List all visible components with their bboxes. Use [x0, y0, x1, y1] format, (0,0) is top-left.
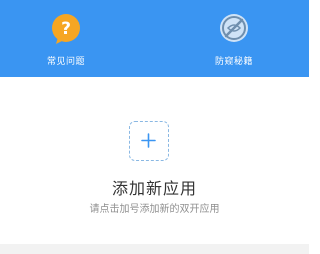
no-peeking-icon: [217, 12, 251, 46]
bottom-divider: [0, 244, 309, 254]
add-app-panel: 添加新应用 请点击加号添加新的双开应用: [0, 77, 309, 244]
add-app-hint: 请点击加号添加新的双开应用: [89, 204, 220, 215]
anti-peek-tips-label: 防窥秘籍: [214, 57, 253, 67]
question-bubble-icon: ?: [49, 12, 83, 46]
plus-icon: [141, 133, 156, 148]
add-app-title: 添加新应用: [111, 179, 197, 198]
svg-text:?: ?: [61, 19, 71, 39]
header-bar: ? 常见问题 防窥秘籍: [0, 0, 309, 77]
add-app-button[interactable]: [129, 121, 169, 161]
faq-button[interactable]: ? 常见问题: [20, 12, 112, 72]
app-screen: ? 常见问题 防窥秘籍 添加新应用 请点击加号添加新的双开应用: [0, 0, 309, 254]
faq-label: 常见问题: [46, 57, 85, 67]
anti-peek-tips-button[interactable]: 防窥秘籍: [188, 12, 280, 72]
